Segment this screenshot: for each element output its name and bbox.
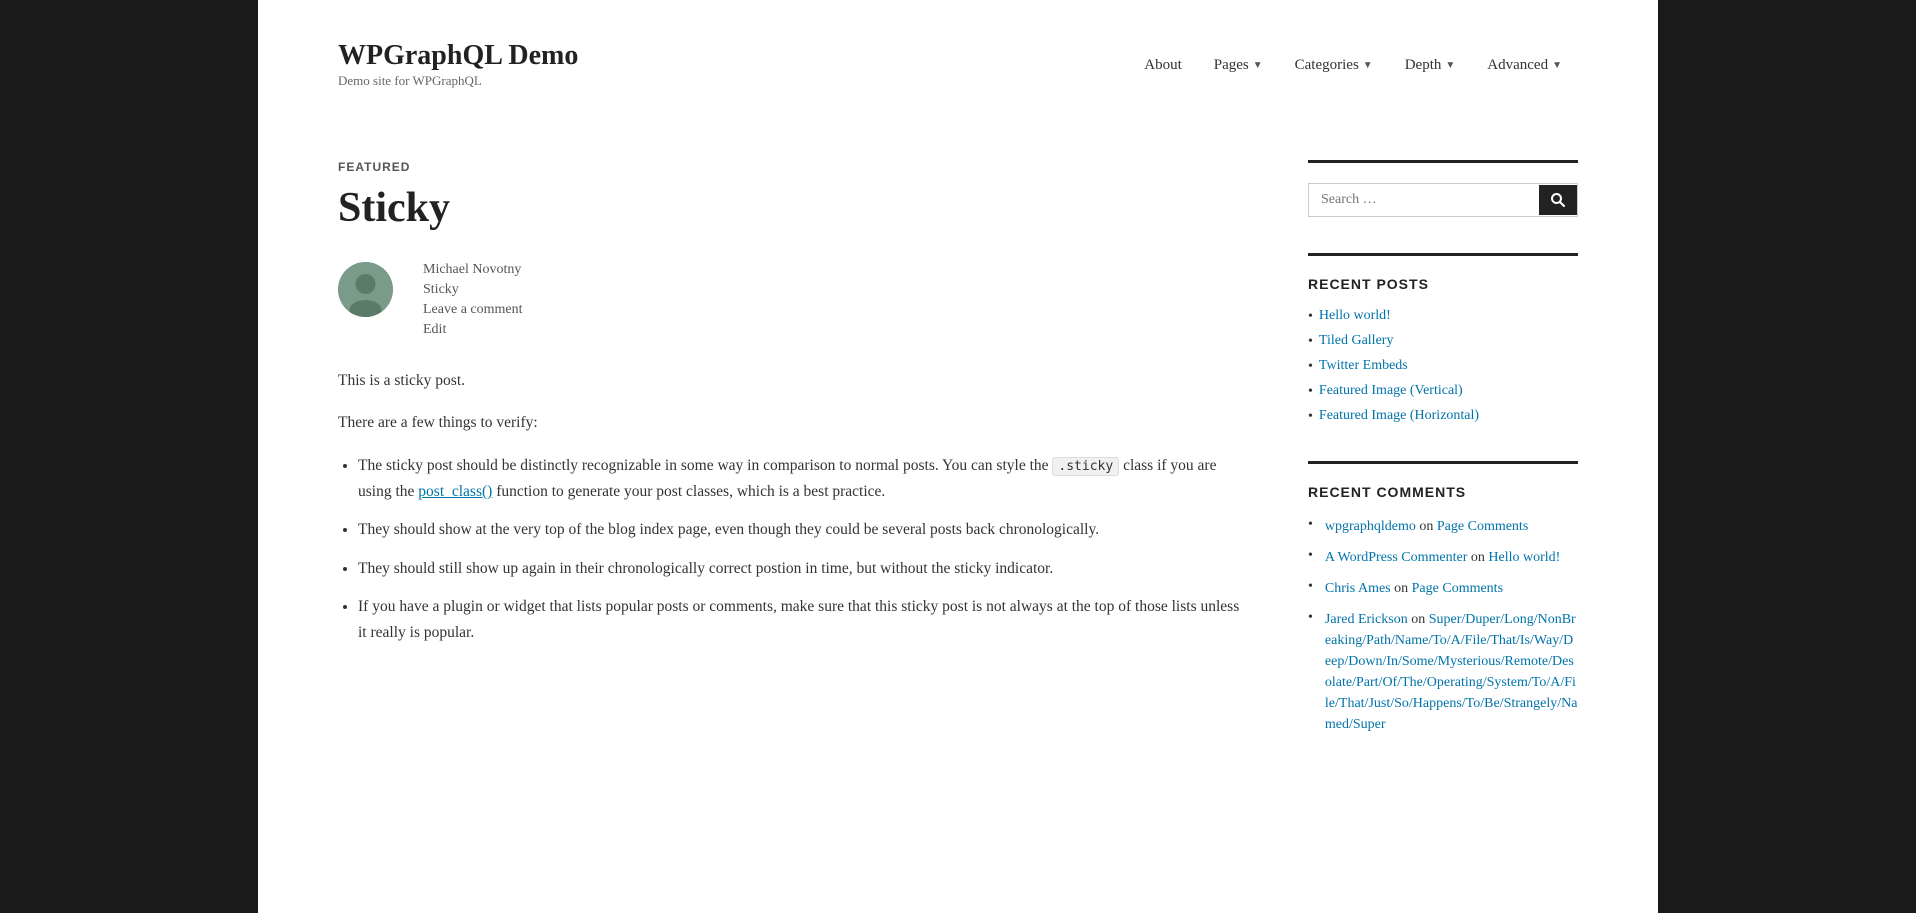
comment-post-link[interactable]: Hello world! [1488,550,1560,565]
comment-post-link[interactable]: Page Comments [1412,581,1503,596]
list-item: Featured Image (Vertical) [1308,383,1578,400]
edit-link[interactable]: Edit [423,322,523,338]
search-form [1308,183,1578,217]
featured-label: FEATURED [338,160,1248,174]
nav-pages[interactable]: Pages ▼ [1198,49,1279,82]
main-content: FEATURED Sticky Michael Novotny Sticky L… [258,120,1658,811]
site-header: WPGraphQL Demo Demo site for WPGraphQL A… [258,0,1658,120]
bullet-3: They should still show up again in their… [358,556,1248,582]
recent-posts-widget: RECENT POSTS Hello world! Tiled Gallery … [1308,253,1578,425]
comment-long-path-link[interactable]: Super/Duper/Long/NonBreaking/Path/Name/T… [1325,612,1578,732]
recent-posts-list: Hello world! Tiled Gallery Twitter Embed… [1308,308,1578,425]
chevron-down-icon: ▼ [1445,60,1455,71]
bullet-2: They should show at the very top of the … [358,517,1248,543]
post-intro-1: This is a sticky post. [338,368,1248,394]
comment-item: Chris Ames on Page Comments [1308,578,1578,599]
comment-item: Jared Erickson on Super/Duper/Long/NonBr… [1308,609,1578,735]
comment-author-link[interactable]: wpgraphqldemo [1325,519,1416,534]
author-name[interactable]: Michael Novotny [423,262,523,278]
chevron-down-icon: ▼ [1552,60,1562,71]
recent-posts-title: RECENT POSTS [1308,276,1578,292]
bullet-4: If you have a plugin or widget that list… [358,594,1248,647]
post-category[interactable]: Sticky [423,282,523,298]
post-meta: Michael Novotny Sticky Leave a comment E… [423,262,523,338]
sidebar-divider-3 [1308,461,1578,464]
recent-comments-title: RECENT COMMENTS [1308,484,1578,500]
nav-depth[interactable]: Depth ▼ [1389,49,1472,82]
list-item: Tiled Gallery [1308,333,1578,350]
recent-post-link[interactable]: Twitter Embeds [1319,358,1408,374]
sidebar-divider [1308,160,1578,163]
search-input[interactable] [1309,184,1539,216]
search-icon [1551,193,1565,207]
leave-comment-link[interactable]: Leave a comment [423,302,523,318]
post-title: Sticky [338,184,1248,232]
comment-post-link[interactable]: Page Comments [1437,519,1528,534]
list-item: Hello world! [1308,308,1578,325]
list-item: Featured Image (Horizontal) [1308,408,1578,425]
nav-about[interactable]: About [1128,49,1198,82]
site-title[interactable]: WPGraphQL Demo [338,40,578,72]
comment-author-link[interactable]: A WordPress Commenter [1325,550,1468,565]
post-bullets: The sticky post should be distinctly rec… [358,453,1248,647]
recent-post-link[interactable]: Hello world! [1319,308,1391,324]
comment-author-link[interactable]: Chris Ames [1325,581,1391,596]
sticky-class-code: .sticky [1052,457,1119,476]
sidebar-divider-2 [1308,253,1578,256]
search-widget [1308,160,1578,217]
post-content: This is a sticky post. There are a few t… [338,368,1248,647]
nav-categories[interactable]: Categories ▼ [1279,49,1389,82]
list-item: Twitter Embeds [1308,358,1578,375]
recent-post-link[interactable]: Featured Image (Horizontal) [1319,408,1479,424]
recent-comments-widget: RECENT COMMENTS wpgraphqldemo on Page Co… [1308,461,1578,735]
post-meta-area: Michael Novotny Sticky Leave a comment E… [338,262,1248,338]
post-class-link[interactable]: post_class() [418,483,492,500]
post-intro-2: There are a few things to verify: [338,410,1248,436]
comment-author-link[interactable]: Jared Erickson [1325,612,1408,627]
comment-item: A WordPress Commenter on Hello world! [1308,547,1578,568]
sidebar: RECENT POSTS Hello world! Tiled Gallery … [1308,160,1578,771]
comment-item: wpgraphqldemo on Page Comments [1308,516,1578,537]
chevron-down-icon: ▼ [1253,60,1263,71]
site-description: Demo site for WPGraphQL [338,73,482,88]
site-branding: WPGraphQL Demo Demo site for WPGraphQL [338,40,578,90]
search-button[interactable] [1539,185,1577,215]
nav-advanced[interactable]: Advanced ▼ [1471,49,1578,82]
recent-post-link[interactable]: Featured Image (Vertical) [1319,383,1463,399]
avatar [338,262,393,317]
content-area: FEATURED Sticky Michael Novotny Sticky L… [338,160,1248,771]
main-nav: About Pages ▼ Categories ▼ Depth ▼ Advan… [1128,49,1578,82]
recent-post-link[interactable]: Tiled Gallery [1319,333,1394,349]
bullet-1: The sticky post should be distinctly rec… [358,453,1248,506]
chevron-down-icon: ▼ [1363,60,1373,71]
